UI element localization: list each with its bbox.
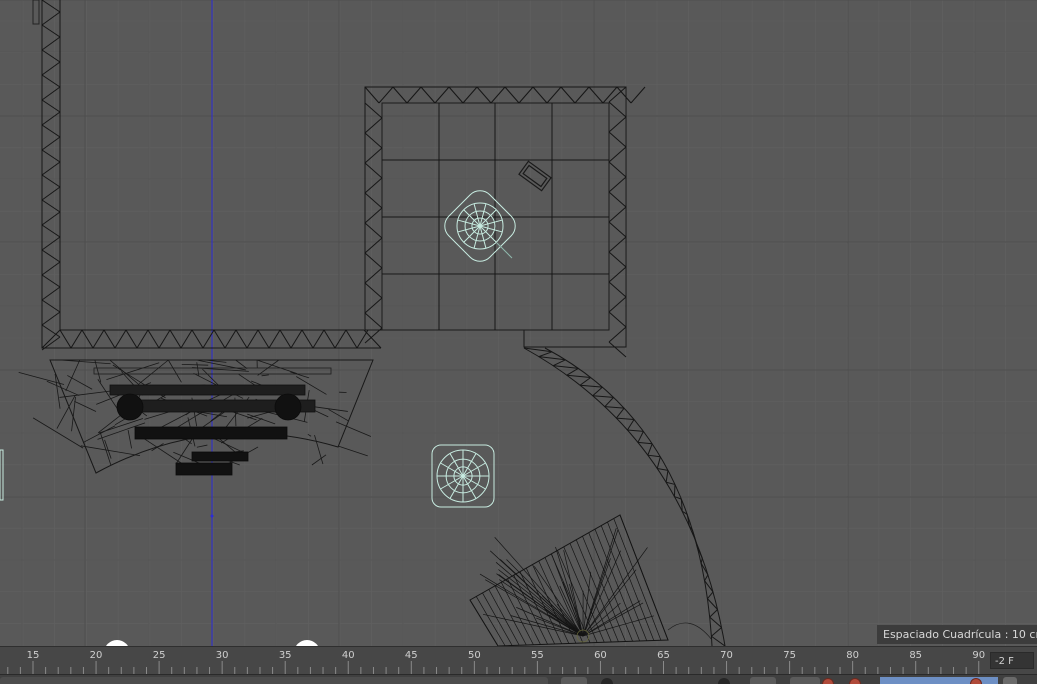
timeline-tick-label: 75 [783,650,796,661]
record-icon[interactable] [822,678,834,684]
world-origin-marker [211,515,214,518]
viewport-grid-major [0,0,1037,646]
timeline-tick-label: 70 [720,650,733,661]
timeline-tick-label: 35 [279,650,292,661]
timeline-tick-label: 15 [27,650,40,661]
spotlight-object[interactable] [470,515,712,646]
speaker-left-object[interactable] [117,394,143,420]
timeline-tick-label: 40 [342,650,355,661]
light-direction-line [497,243,512,258]
timeline-tick-label: 80 [846,650,859,661]
timeline-tick-label: 20 [90,650,103,661]
spotlight-mesh [470,515,668,646]
timeline-tick-label: 85 [909,650,922,661]
timeline-tick-label: 65 [657,650,670,661]
autokey-icon[interactable] [849,678,861,684]
last-frame-icon[interactable] [718,678,730,684]
box-object[interactable] [519,161,551,190]
light-lower-web [437,450,489,502]
editor-viewport[interactable]: Espaciado Cuadrícula : 10 cm [0,0,1037,646]
timeline-tick-label: 90 [972,650,985,661]
floor-grid-lines [382,103,609,330]
offscreen-light-edge [0,450,3,500]
timeline-tick-label: 50 [468,650,481,661]
viewport-grid-minor [0,0,1037,646]
timeline-tick-label: 55 [531,650,544,661]
right-room-object[interactable] [365,87,645,357]
timeline-tick-label: 25 [153,650,166,661]
grid-spacing-label: Espaciado Cuadrícula : 10 cm [877,625,1037,644]
timeline-ruler[interactable] [0,647,988,675]
timeline-ruler-bar[interactable]: 15 20 25 30 35 40 45 50 55 60 65 70 75 80 85 90 -2 F [0,646,1037,675]
timeline-tick-label: 45 [405,650,418,661]
current-frame-field[interactable]: -2 F [990,652,1034,669]
desk-object[interactable] [19,360,373,475]
speaker-right-object[interactable] [275,394,301,420]
light-object-lower[interactable] [432,445,494,507]
first-frame-icon[interactable] [601,678,613,684]
right-room-edge-mesh [365,87,645,357]
viewport-canvas[interactable] [0,0,1037,646]
pole-object[interactable] [33,0,39,24]
keyframe-icon[interactable] [970,678,982,684]
timeline-tick-label: 30 [216,650,229,661]
timeline-tick-label: 60 [594,650,607,661]
